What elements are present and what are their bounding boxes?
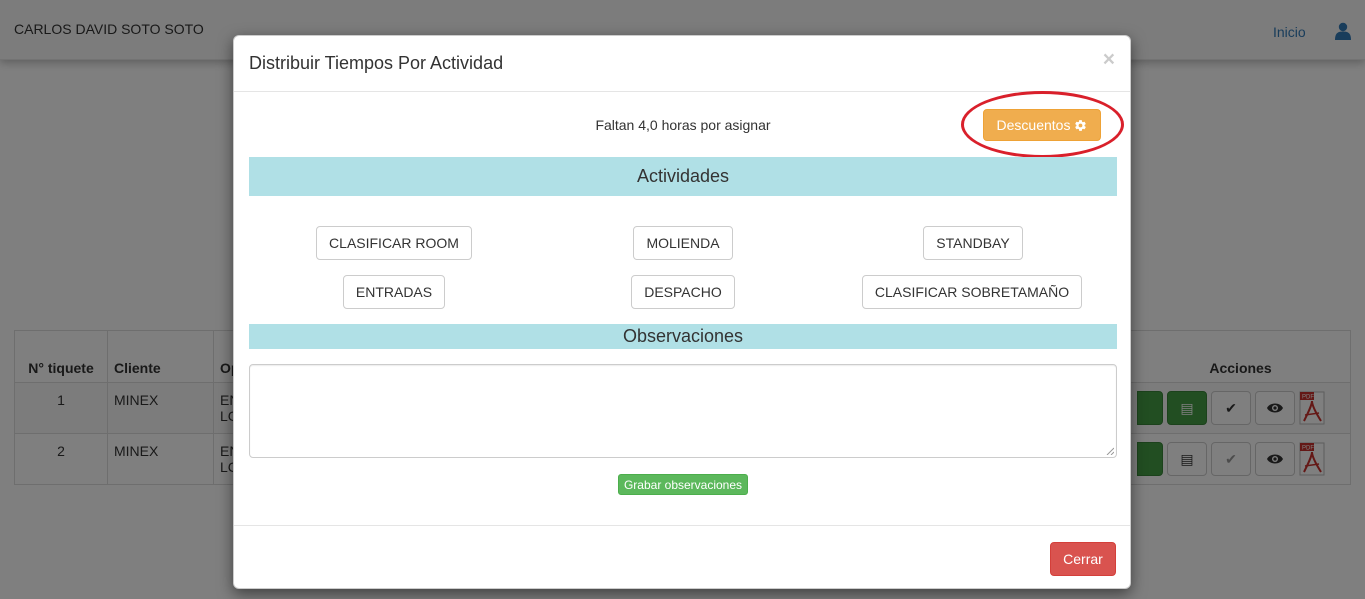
distribute-times-modal: Distribuir Tiempos Por Actividad × Falta… [233,35,1131,589]
activity-button-standbay[interactable]: STANDBAY [923,226,1023,260]
resize-grip-icon[interactable] [1106,447,1114,455]
save-observations-button[interactable]: Grabar observaciones [618,474,748,495]
activity-button-entradas[interactable]: ENTRADAS [343,275,445,309]
modal-footer: Cerrar [234,525,1130,588]
activity-button-clasificar-sobretamano[interactable]: CLASIFICAR SOBRETAMAÑO [862,275,1082,309]
activities-header: Actividades [249,157,1117,196]
modal-title: Distribuir Tiempos Por Actividad [249,53,504,73]
highlight-circle [961,91,1124,158]
observations-header: Observaciones [249,324,1117,349]
activity-button-molienda[interactable]: MOLIENDA [633,226,733,260]
close-icon[interactable]: × [1103,49,1115,70]
activity-button-clasificar-room[interactable]: CLASIFICAR ROOM [316,226,472,260]
close-button[interactable]: Cerrar [1050,542,1116,576]
activity-button-despacho[interactable]: DESPACHO [631,275,735,309]
modal-header: Distribuir Tiempos Por Actividad × [234,36,1130,92]
modal-body: Faltan 4,0 horas por asignar Descuentos … [234,91,1130,525]
observations-textarea[interactable] [249,364,1117,458]
